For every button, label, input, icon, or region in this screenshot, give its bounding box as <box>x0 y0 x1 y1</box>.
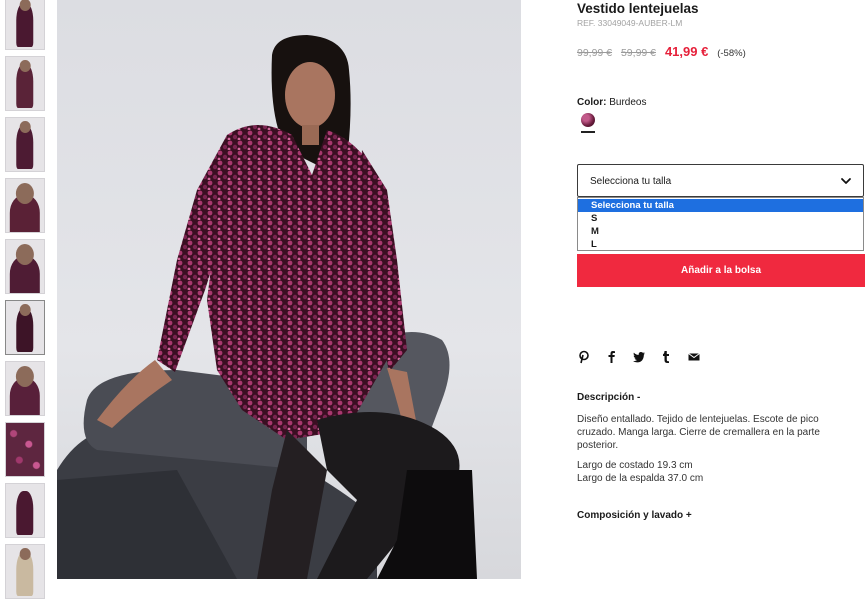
price-previous: 59,99 € <box>620 47 657 59</box>
swatch-selected-indicator <box>581 131 595 133</box>
size-option-m[interactable]: M <box>578 225 863 238</box>
size-option-l[interactable]: L <box>578 238 863 251</box>
thumbnail-7[interactable] <box>5 361 45 416</box>
email-icon[interactable] <box>687 350 701 364</box>
tumblr-icon[interactable] <box>659 350 673 364</box>
main-product-image[interactable] <box>57 0 521 579</box>
pinterest-icon[interactable] <box>577 350 591 364</box>
measure-back-length: Largo de la espalda 37.0 cm <box>577 473 704 484</box>
thumbnail-gallery <box>0 0 50 599</box>
description-toggle[interactable]: Descripción - <box>577 392 640 403</box>
product-reference: REF. 33049049-AUBER-LM <box>577 18 683 28</box>
discount-badge: (-58%) <box>717 48 746 59</box>
thumbnail-6[interactable] <box>5 300 45 355</box>
color-value: Burdeos <box>609 97 647 108</box>
composition-toggle[interactable]: Composición y lavado + <box>577 510 692 521</box>
size-dropdown-list: Selecciona tu talla S M L <box>577 197 864 251</box>
share-icons <box>577 350 710 364</box>
color-label-row: Color: Burdeos <box>577 97 646 108</box>
add-to-bag-button[interactable]: Añadir a la bolsa <box>577 254 865 287</box>
size-option-placeholder[interactable]: Selecciona tu talla <box>578 199 863 212</box>
twitter-icon[interactable] <box>632 350 646 364</box>
thumbnail-3[interactable] <box>5 117 45 172</box>
thumbnail-9[interactable] <box>5 483 45 538</box>
facebook-icon[interactable] <box>604 350 618 364</box>
thumbnail-8[interactable] <box>5 422 45 477</box>
measure-side-length: Largo de costado 19.3 cm <box>577 460 693 471</box>
thumbnail-2[interactable] <box>5 56 45 111</box>
price-original: 99,99 € <box>577 47 613 59</box>
description-text: Diseño entallado. Tejido de lentejuelas.… <box>577 414 820 451</box>
chevron-down-icon <box>841 178 851 184</box>
price-block: 99,99 € 59,99 € 41,99 € (-58%) <box>577 44 746 59</box>
thumbnail-1[interactable] <box>5 0 45 50</box>
size-select[interactable]: Selecciona tu talla <box>577 164 864 197</box>
thumbnail-4[interactable] <box>5 178 45 233</box>
thumbnail-10[interactable] <box>5 544 45 599</box>
product-title: Vestido lentejuelas <box>577 1 699 16</box>
price-sale: 41,99 € <box>664 44 709 59</box>
color-label: Color: <box>577 97 607 108</box>
size-option-s[interactable]: S <box>578 212 863 225</box>
thumbnail-5[interactable] <box>5 239 45 294</box>
color-swatch-burdeos[interactable] <box>581 113 595 127</box>
size-select-label: Selecciona tu talla <box>590 176 672 187</box>
